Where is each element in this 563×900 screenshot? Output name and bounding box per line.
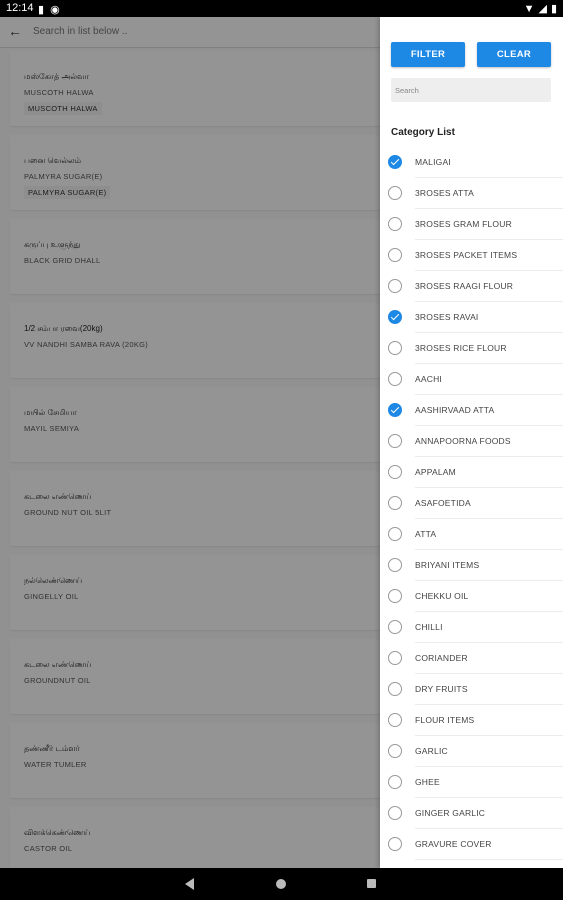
category-label: 3ROSES RAAGI FLOUR <box>415 281 514 291</box>
category-label: BRIYANI ITEMS <box>415 560 480 570</box>
category-search-input[interactable]: Search <box>391 78 551 102</box>
category-item[interactable]: FLOUR ITEMS <box>380 705 563 736</box>
category-list-title: Category List <box>391 127 455 138</box>
category-label: CHEKKU OIL <box>415 591 469 601</box>
category-item[interactable]: DRY FRUITS <box>380 674 563 705</box>
notification-icons: ▮ ◉ <box>38 3 60 16</box>
category-item[interactable]: GRAVURE COVER <box>380 829 563 860</box>
filter-button[interactable]: FILTER <box>391 42 465 67</box>
category-label: AACHI <box>415 374 442 384</box>
category-label: ASAFOETIDA <box>415 498 471 508</box>
category-label: DRY FRUITS <box>415 684 468 694</box>
unchecked-checkbox-icon[interactable] <box>388 217 402 231</box>
category-item[interactable]: MALIGAI <box>380 147 563 178</box>
category-label: APPALAM <box>415 467 456 477</box>
filter-drawer: FILTER CLEAR Search Category List MALIGA… <box>380 17 563 868</box>
category-item[interactable]: BRIYANI ITEMS <box>380 550 563 581</box>
checked-checkbox-icon[interactable] <box>388 310 402 324</box>
drawer-scrim[interactable] <box>0 17 380 868</box>
category-item[interactable]: 3ROSES RAAGI FLOUR <box>380 271 563 302</box>
unchecked-checkbox-icon[interactable] <box>388 558 402 572</box>
category-item[interactable]: 3ROSES ATTA <box>380 178 563 209</box>
wifi-icon: ▼ <box>523 2 535 15</box>
category-divider <box>415 859 563 860</box>
notification-icon: ▮ <box>38 4 45 16</box>
unchecked-checkbox-icon[interactable] <box>388 651 402 665</box>
category-item[interactable]: CHEKKU OIL <box>380 581 563 612</box>
unchecked-checkbox-icon[interactable] <box>388 775 402 789</box>
category-item[interactable]: CORIANDER <box>380 643 563 674</box>
category-item[interactable]: ASAFOETIDA <box>380 488 563 519</box>
category-item[interactable]: GHEE <box>380 767 563 798</box>
category-item[interactable]: ATTA <box>380 519 563 550</box>
category-label: CORIANDER <box>415 653 468 663</box>
category-item[interactable]: AASHIRVAAD ATTA <box>380 395 563 426</box>
category-label: 3ROSES PACKET ITEMS <box>415 250 518 260</box>
category-label: FLOUR ITEMS <box>415 715 475 725</box>
category-label: 3ROSES ATTA <box>415 188 475 198</box>
category-item[interactable]: CHILLI <box>380 612 563 643</box>
unchecked-checkbox-icon[interactable] <box>388 279 402 293</box>
category-item[interactable]: GINGER GARLIC <box>380 798 563 829</box>
unchecked-checkbox-icon[interactable] <box>388 248 402 262</box>
nav-home-icon[interactable] <box>276 879 286 889</box>
category-label: 3ROSES RAVAI <box>415 312 479 322</box>
category-list: MALIGAI 3ROSES ATTA 3ROSES GRAM FLOUR 3ROSE… <box>380 147 563 860</box>
category-label: 3ROSES GRAM FLOUR <box>415 219 512 229</box>
clear-button[interactable]: CLEAR <box>477 42 551 67</box>
category-item[interactable]: ANNAPOORNA FOODS <box>380 426 563 457</box>
unchecked-checkbox-icon[interactable] <box>388 527 402 541</box>
sync-icon: ◉ <box>50 4 60 16</box>
unchecked-checkbox-icon[interactable] <box>388 744 402 758</box>
category-label: ANNAPOORNA FOODS <box>415 436 511 446</box>
status-time: 12:14 <box>6 2 34 14</box>
category-label: GRAVURE COVER <box>415 839 492 849</box>
category-label: AASHIRVAAD ATTA <box>415 405 495 415</box>
unchecked-checkbox-icon[interactable] <box>388 186 402 200</box>
category-item[interactable]: 3ROSES PACKET ITEMS <box>380 240 563 271</box>
category-item[interactable]: APPALAM <box>380 457 563 488</box>
unchecked-checkbox-icon[interactable] <box>388 465 402 479</box>
signal-icon: ◢ <box>538 3 547 15</box>
category-item[interactable]: AACHI <box>380 364 563 395</box>
checked-checkbox-icon[interactable] <box>388 155 402 169</box>
category-label: GARLIC <box>415 746 448 756</box>
category-item[interactable]: GARLIC <box>380 736 563 767</box>
category-label: ATTA <box>415 529 437 539</box>
category-item[interactable]: 3ROSES RAVAI <box>380 302 563 333</box>
unchecked-checkbox-icon[interactable] <box>388 496 402 510</box>
nav-recents-icon[interactable] <box>367 879 376 888</box>
unchecked-checkbox-icon[interactable] <box>388 837 402 851</box>
category-label: 3ROSES RICE FLOUR <box>415 343 507 353</box>
unchecked-checkbox-icon[interactable] <box>388 806 402 820</box>
unchecked-checkbox-icon[interactable] <box>388 620 402 634</box>
category-label: GHEE <box>415 777 440 787</box>
category-item[interactable]: 3ROSES GRAM FLOUR <box>380 209 563 240</box>
unchecked-checkbox-icon[interactable] <box>388 682 402 696</box>
category-label: CHILLI <box>415 622 443 632</box>
unchecked-checkbox-icon[interactable] <box>388 434 402 448</box>
category-label: MALIGAI <box>415 157 451 167</box>
unchecked-checkbox-icon[interactable] <box>388 341 402 355</box>
navigation-bar <box>0 868 563 900</box>
category-search-placeholder: Search <box>395 86 419 95</box>
unchecked-checkbox-icon[interactable] <box>388 713 402 727</box>
category-item[interactable]: 3ROSES RICE FLOUR <box>380 333 563 364</box>
nav-back-icon[interactable] <box>185 878 194 890</box>
status-bar: 12:14 ▮ ◉ ▼ ◢ ▮ <box>0 0 563 17</box>
checked-checkbox-icon[interactable] <box>388 403 402 417</box>
battery-icon: ▮ <box>550 3 557 15</box>
category-label: GINGER GARLIC <box>415 808 486 818</box>
unchecked-checkbox-icon[interactable] <box>388 589 402 603</box>
status-right: ▼ ◢ ▮ <box>523 2 557 16</box>
unchecked-checkbox-icon[interactable] <box>388 372 402 386</box>
